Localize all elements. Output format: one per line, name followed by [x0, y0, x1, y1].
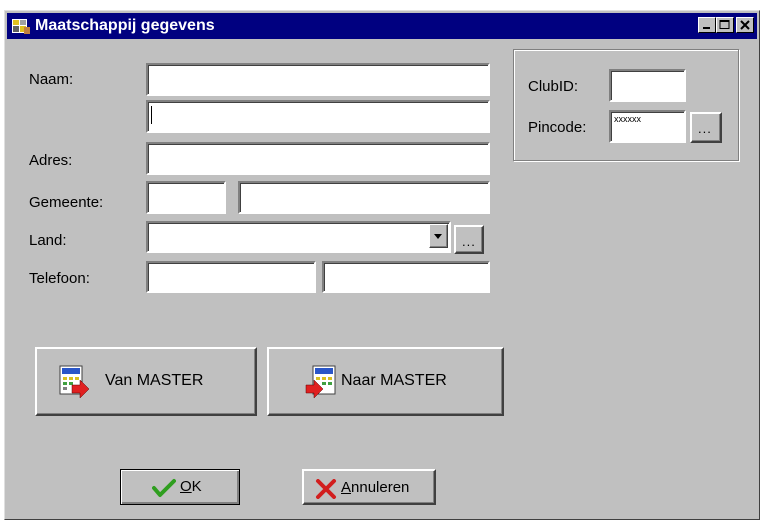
van-master-button[interactable]: Van MASTER: [35, 347, 257, 416]
minimize-button[interactable]: [698, 17, 716, 33]
land-select[interactable]: [146, 221, 451, 253]
close-button[interactable]: [736, 17, 754, 33]
pincode-field[interactable]: xxxxxx: [609, 110, 686, 143]
naar-master-button[interactable]: Naar MASTER: [267, 347, 504, 416]
maximize-icon: [719, 20, 730, 29]
naam-field-1[interactable]: [146, 63, 490, 96]
minimize-icon: [703, 27, 710, 29]
gemeente-field[interactable]: [238, 181, 490, 214]
close-icon: [740, 20, 750, 30]
text-caret: [151, 106, 152, 124]
pincode-label: Pincode:: [528, 119, 587, 136]
gemeente-label: Gemeente:: [29, 194, 104, 211]
clubid-label: ClubID:: [528, 78, 579, 95]
annuleren-label: Annuleren: [341, 479, 410, 496]
adres-field[interactable]: [146, 142, 490, 175]
adres-label: Adres:: [29, 152, 73, 169]
window-title: Maatschappij gegevens: [35, 17, 215, 34]
land-label: Land:: [29, 232, 67, 249]
title-bar[interactable]: Maatschappij gegevens: [7, 13, 757, 39]
postcode-field[interactable]: [146, 181, 226, 214]
ok-label: OK: [180, 478, 202, 495]
telefoon-field-1[interactable]: [146, 261, 316, 293]
app-icon: [11, 17, 31, 35]
van-master-label: Van MASTER: [105, 372, 204, 389]
land-dropdown-button[interactable]: [429, 224, 448, 248]
club-group: ClubID: Pincode: xxxxxx ...: [513, 49, 739, 161]
naam-field-2[interactable]: [146, 100, 490, 133]
dropdown-arrow-icon: [434, 234, 442, 239]
import-icon: [58, 365, 90, 403]
pincode-browse-button[interactable]: ...: [690, 112, 722, 143]
export-icon: [305, 365, 337, 403]
maximize-button[interactable]: [716, 17, 734, 33]
naam-label: Naam:: [29, 71, 74, 88]
checkmark-icon: [152, 478, 176, 502]
telefoon-label: Telefoon:: [29, 270, 90, 287]
naar-master-label: Naar MASTER: [341, 372, 447, 389]
telefoon-field-2[interactable]: [322, 261, 490, 293]
land-browse-button[interactable]: ...: [454, 225, 484, 254]
ok-button[interactable]: OK: [120, 469, 240, 505]
company-dialog: Maatschappij gegevens Naam: Adres: Gemee…: [4, 10, 760, 520]
cross-icon: [315, 479, 337, 503]
annuleren-button[interactable]: Annuleren: [302, 469, 436, 505]
clubid-field[interactable]: [609, 69, 686, 102]
